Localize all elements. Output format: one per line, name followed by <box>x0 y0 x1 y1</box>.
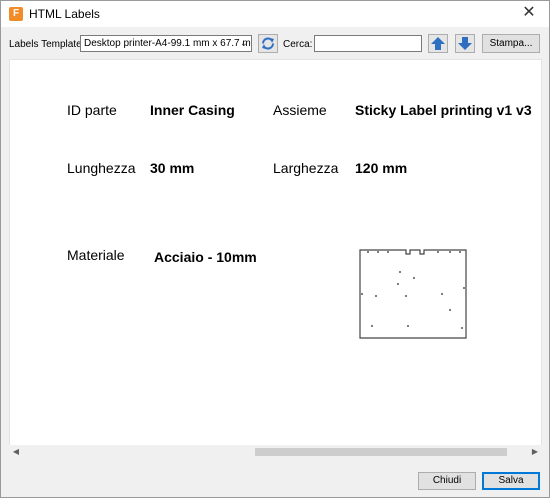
length-label: Lunghezza <box>67 160 136 176</box>
template-label: Labels Template: <box>9 39 85 50</box>
assembly-value: Sticky Label printing v1 v3 <box>355 102 532 118</box>
save-button[interactable]: Salva <box>482 472 540 490</box>
template-value: Desktop printer-A4-99.1 mm x 67.7 mm <box>84 38 252 49</box>
part-id-value: Inner Casing <box>150 102 235 118</box>
part-id-label: ID parte <box>67 102 117 118</box>
html-labels-window: F HTML Labels ✕ Labels Template: Desktop… <box>0 0 550 498</box>
toolbar: Labels Template: Desktop printer-A4-99.1… <box>1 27 549 59</box>
length-value: 30 mm <box>150 160 195 176</box>
chevron-down-icon: ⌄ <box>239 38 248 49</box>
window-title: HTML Labels <box>29 7 100 21</box>
material-label: Materiale <box>67 247 125 263</box>
app-logo-icon: F <box>9 7 23 21</box>
search-label: Cerca: <box>283 39 313 50</box>
arrow-down-icon <box>458 37 472 50</box>
close-button[interactable]: Chiudi <box>418 472 476 490</box>
move-up-button[interactable] <box>428 34 448 53</box>
move-down-button[interactable] <box>455 34 475 53</box>
print-button[interactable]: Stampa... <box>482 34 540 53</box>
horizontal-scrollbar[interactable]: ◀ ▶ <box>9 445 542 459</box>
title-bar: F HTML Labels ✕ <box>1 1 549 27</box>
material-value: Acciaio - 10mm <box>154 249 257 265</box>
refresh-button[interactable] <box>258 34 278 53</box>
close-window-button[interactable]: ✕ <box>509 1 549 27</box>
width-value: 120 mm <box>355 160 408 176</box>
template-dropdown[interactable]: Desktop printer-A4-99.1 mm x 67.7 mm ⌄ <box>80 35 252 52</box>
assembly-label: Assieme <box>273 102 327 118</box>
part-drawing-thumbnail <box>359 249 467 339</box>
width-label: Larghezza <box>273 160 339 176</box>
search-input[interactable] <box>314 35 422 52</box>
refresh-icon <box>262 37 274 50</box>
arrow-up-icon <box>431 37 445 50</box>
scrollbar-thumb[interactable] <box>255 448 507 456</box>
label-preview: ID parte Inner Casing Assieme Sticky Lab… <box>9 59 542 456</box>
scroll-left-icon[interactable]: ◀ <box>9 445 23 459</box>
scroll-right-icon[interactable]: ▶ <box>528 445 542 459</box>
